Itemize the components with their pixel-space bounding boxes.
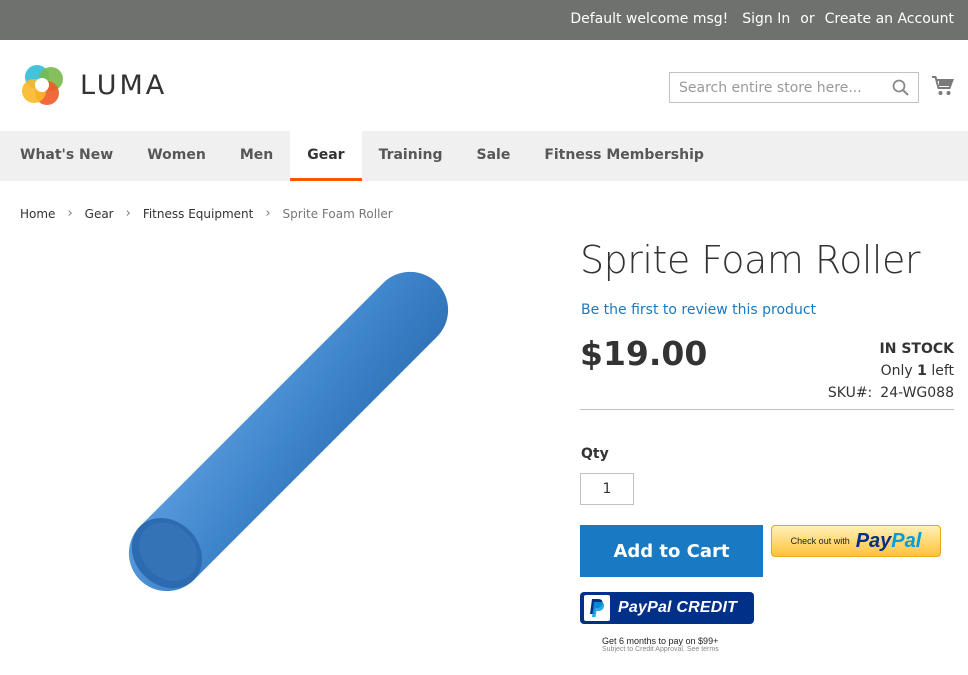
sku-label: SKU#: [827, 385, 873, 401]
welcome-message: Default welcome msg! [570, 11, 729, 27]
stock-status: IN STOCK [879, 341, 954, 357]
add-to-cart-button[interactable]: Add to Cart [580, 525, 763, 577]
logo[interactable]: LUMA [20, 62, 167, 108]
or-text: or [800, 11, 815, 27]
paypal-logo: PayPal [855, 529, 922, 552]
sku-row: SKU#: 24-WG088 [828, 382, 954, 404]
breadcrumb-gear[interactable]: Gear [85, 207, 114, 221]
nav-item-whats-new[interactable]: What's New [3, 131, 130, 181]
stock-qty: Only 1 left [828, 360, 954, 382]
breadcrumb-fitness-equipment[interactable]: Fitness Equipment [143, 207, 254, 221]
header-links: Default welcome msg! Sign In or Create a… [570, 11, 954, 27]
review-link[interactable]: Be the first to review this product [581, 302, 816, 318]
only-prefix: Only [880, 363, 913, 379]
paypal-icon [584, 595, 610, 621]
search-input[interactable] [670, 73, 880, 102]
search-box [669, 72, 919, 103]
credit-note-line2[interactable]: Subject to Credit Approval. See terms [602, 646, 719, 653]
only-count: 1 [917, 363, 927, 379]
paypal-credit-button[interactable]: PayPal CREDIT [580, 592, 754, 624]
credit-note-line1: Get 6 months to pay on $99+ [602, 636, 719, 646]
create-account-link[interactable]: Create an Account [825, 11, 954, 27]
only-suffix: left [931, 363, 954, 379]
sku-value: 24-WG088 [880, 385, 954, 401]
nav-item-men[interactable]: Men [223, 131, 290, 181]
top-bar: Default welcome msg! Sign In or Create a… [0, 0, 968, 40]
breadcrumb: Home › Gear › Fitness Equipment › Sprite… [20, 206, 393, 221]
main-navigation: What's New Women Men Gear Training Sale … [0, 131, 968, 181]
chevron-right-icon: › [125, 206, 131, 221]
sign-in-link[interactable]: Sign In [742, 11, 790, 27]
product-price: $19.00 [580, 334, 708, 373]
chevron-right-icon: › [265, 206, 271, 221]
product-image[interactable] [90, 270, 490, 644]
paypal-checkout-text: Check out with [790, 536, 850, 546]
qty-label: Qty [581, 446, 609, 462]
nav-item-women[interactable]: Women [130, 131, 223, 181]
logo-text: LUMA [80, 69, 168, 101]
cart-icon[interactable] [931, 75, 955, 101]
chevron-right-icon: › [67, 206, 73, 221]
luma-logo-icon [22, 65, 63, 105]
divider [580, 409, 954, 410]
nav-item-gear[interactable]: Gear [290, 131, 362, 181]
paypal-checkout-button[interactable]: Check out with PayPal [771, 525, 941, 557]
header: LUMA [0, 40, 968, 131]
page-title: Sprite Foam Roller [580, 238, 920, 282]
breadcrumb-home[interactable]: Home [20, 207, 55, 221]
nav-item-fitness-membership[interactable]: Fitness Membership [527, 131, 721, 181]
stock-info: IN STOCK Only 1 left SKU#: 24-WG088 [828, 338, 954, 404]
breadcrumb-current: Sprite Foam Roller [282, 206, 393, 221]
qty-input[interactable] [580, 473, 634, 505]
paypal-credit-label: PayPal CREDIT [618, 599, 738, 616]
credit-note: Get 6 months to pay on $99+ Subject to C… [602, 636, 719, 653]
nav-item-training[interactable]: Training [362, 131, 460, 181]
search-icon[interactable] [892, 79, 910, 101]
nav-item-sale[interactable]: Sale [459, 131, 527, 181]
